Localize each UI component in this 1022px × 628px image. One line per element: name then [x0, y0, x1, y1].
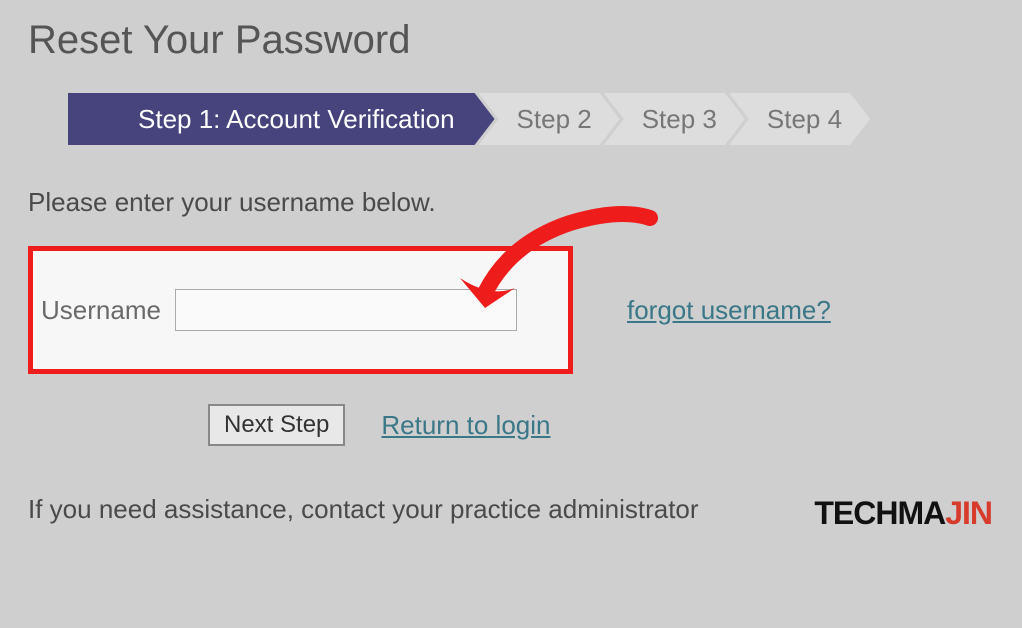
instruction-text: Please enter your username below.: [28, 187, 994, 218]
progress-stepper: Step 1: Account Verification Step 2 Step…: [68, 93, 994, 145]
watermark-part3: JIN: [945, 495, 992, 531]
watermark-part2: MA: [897, 495, 945, 531]
step-3: Step 3: [604, 93, 745, 145]
username-input[interactable]: [175, 289, 517, 331]
step-2: Step 2: [479, 93, 620, 145]
watermark-part1: TECH: [814, 495, 897, 531]
forgot-username-link[interactable]: forgot username?: [627, 295, 831, 326]
username-label: Username: [41, 295, 161, 326]
actions-row: Next Step Return to login: [208, 404, 994, 446]
username-row: Username forgot username?: [28, 246, 994, 374]
page-title: Reset Your Password: [28, 18, 994, 63]
step-1: Step 1: Account Verification: [68, 93, 495, 145]
step-4: Step 4: [729, 93, 870, 145]
next-step-button[interactable]: Next Step: [208, 404, 345, 446]
username-highlight-box: Username: [28, 246, 573, 374]
return-to-login-link[interactable]: Return to login: [381, 410, 550, 441]
watermark-logo: TECHMAJIN: [814, 495, 992, 532]
